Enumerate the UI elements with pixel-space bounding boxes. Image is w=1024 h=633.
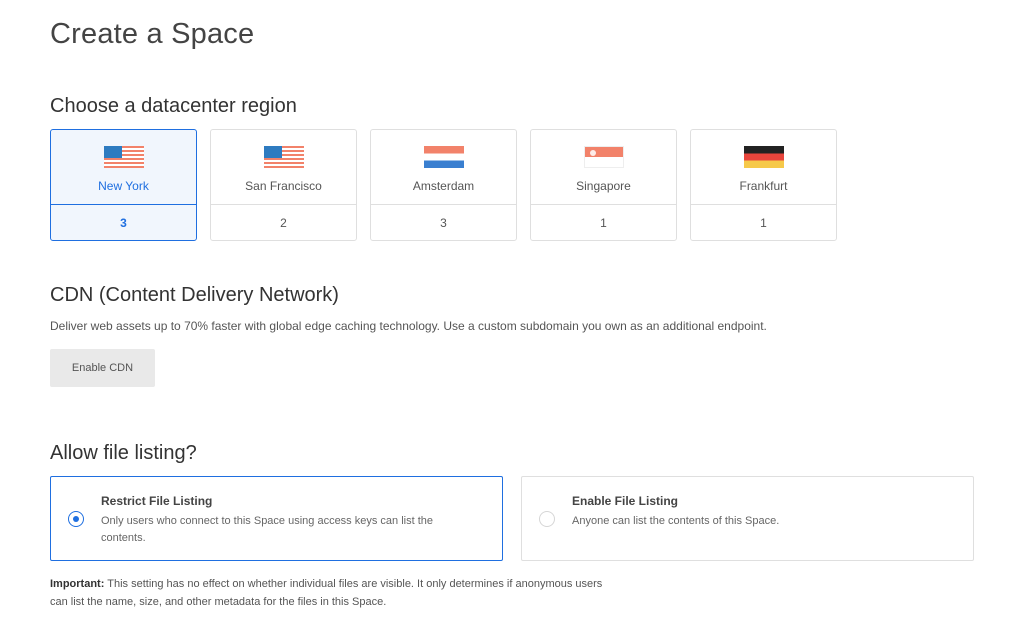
important-label: Important: [50,578,105,590]
region-card-singapore[interactable]: Singapore 1 [530,129,677,241]
us-flag-icon [103,146,144,168]
enable-file-listing-radio[interactable] [539,511,555,527]
option-title: Enable File Listing [572,494,679,508]
region-name: New York [98,179,149,193]
file-listing-section-title: Allow file listing? [50,442,197,464]
enable-file-listing-option[interactable]: Enable File Listing Anyone can list the … [521,476,974,561]
region-card-san-francisco[interactable]: San Francisco 2 [210,129,357,241]
region-name: Amsterdam [412,179,475,193]
option-title: Restrict File Listing [101,494,213,508]
option-description: Only users who connect to this Space usi… [101,515,433,544]
region-count: 2 [280,215,287,230]
cdn-description: Deliver web assets up to 70% faster with… [50,319,767,333]
restrict-file-listing-option[interactable]: Restrict File Listing Only users who con… [50,476,503,561]
region-count: 3 [120,215,127,230]
region-count: 3 [440,215,447,230]
netherlands-flag-icon [423,146,464,168]
region-card-amsterdam[interactable]: Amsterdam 3 [370,129,517,241]
restrict-file-listing-radio[interactable] [68,511,84,527]
region-section-title: Choose a datacenter region [50,95,297,117]
option-description: Anyone can list the contents of this Spa… [572,515,780,527]
important-note: Important: This setting has no effect on… [50,575,610,611]
important-text: This setting has no effect on whether in… [50,578,603,608]
singapore-flag-icon [583,146,624,168]
enable-cdn-button[interactable]: Enable CDN [50,349,155,387]
us-flag-icon [263,146,304,168]
germany-flag-icon [743,146,784,168]
region-list: New York 3 San Francisco 2 Amsterdam 3 S… [50,129,837,241]
cdn-section-title: CDN (Content Delivery Network) [50,284,339,306]
region-card-frankfurt[interactable]: Frankfurt 1 [690,129,837,241]
page-title: Create a Space [50,18,255,50]
region-name: Frankfurt [739,179,788,193]
region-count: 1 [760,215,767,230]
region-name: Singapore [576,179,631,193]
region-card-new-york[interactable]: New York 3 [50,129,197,241]
region-count: 1 [600,215,607,230]
region-name: San Francisco [245,179,322,193]
